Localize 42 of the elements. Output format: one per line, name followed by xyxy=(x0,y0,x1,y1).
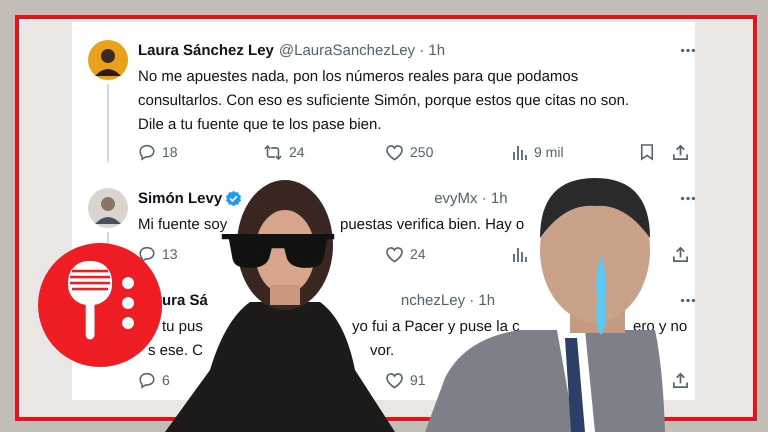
more-options-icon[interactable] xyxy=(680,48,696,52)
heart-icon[interactable] xyxy=(385,246,404,262)
bar-chart-icon[interactable] xyxy=(512,246,528,262)
handle-and-time: evyMx · 1h xyxy=(434,190,508,206)
share-icon[interactable] xyxy=(672,246,689,262)
author-name[interactable]: ura Sá xyxy=(162,292,208,308)
avatar[interactable] xyxy=(88,40,128,80)
teardrop-icon xyxy=(594,255,608,335)
author-name[interactable]: Laura Sánchez Ley xyxy=(138,42,274,58)
tweet-text: No me apuestes nada, pon los números reales para que podamos xyxy=(138,68,578,84)
tweet-text: puestas verifica bien. Hay o xyxy=(340,216,524,232)
action-count: 91 xyxy=(410,372,426,388)
tweet-text: s ese. C xyxy=(148,342,204,358)
share-icon[interactable] xyxy=(672,372,689,388)
reply-icon[interactable] xyxy=(138,143,156,161)
action-count: 13 xyxy=(162,246,178,262)
repost-icon[interactable] xyxy=(263,144,283,160)
action-count: 6 xyxy=(162,372,170,388)
tweet-text: consultarlos. Con eso es suficiente Simón, porque estos que citas no son. xyxy=(138,92,630,108)
heart-icon[interactable] xyxy=(385,144,404,160)
tweet-text: Mi fuente soy xyxy=(138,216,228,232)
action-count: 18 xyxy=(162,144,178,160)
action-count: 9 mil xyxy=(534,144,564,160)
handle-and-time: @LauraSanchezLey · 1h xyxy=(278,42,446,58)
handle-and-time: nchezLey · 1h xyxy=(400,292,496,308)
more-options-icon[interactable] xyxy=(680,196,696,200)
reply-icon[interactable] xyxy=(138,245,156,263)
bar-chart-icon[interactable] xyxy=(512,144,528,160)
avatar[interactable] xyxy=(88,188,128,228)
tweet-text: yo fui a Pacer y puse la c xyxy=(352,318,520,334)
share-icon[interactable] xyxy=(672,144,689,160)
tweet-text: vor. xyxy=(370,342,394,358)
action-count: 24 xyxy=(410,246,426,262)
heart-icon[interactable] xyxy=(385,372,404,388)
reply-icon[interactable] xyxy=(138,371,156,389)
tweet-text: Dile a tu fuente que te los pase bien. xyxy=(138,116,382,132)
action-count: 250 xyxy=(410,144,434,160)
action-count: 24 xyxy=(289,144,305,160)
more-options-icon[interactable] xyxy=(680,298,696,302)
author-name[interactable]: Simón Levy xyxy=(138,190,222,206)
tweet-text: tu pus xyxy=(162,318,203,334)
bookmark-icon[interactable] xyxy=(640,143,654,161)
